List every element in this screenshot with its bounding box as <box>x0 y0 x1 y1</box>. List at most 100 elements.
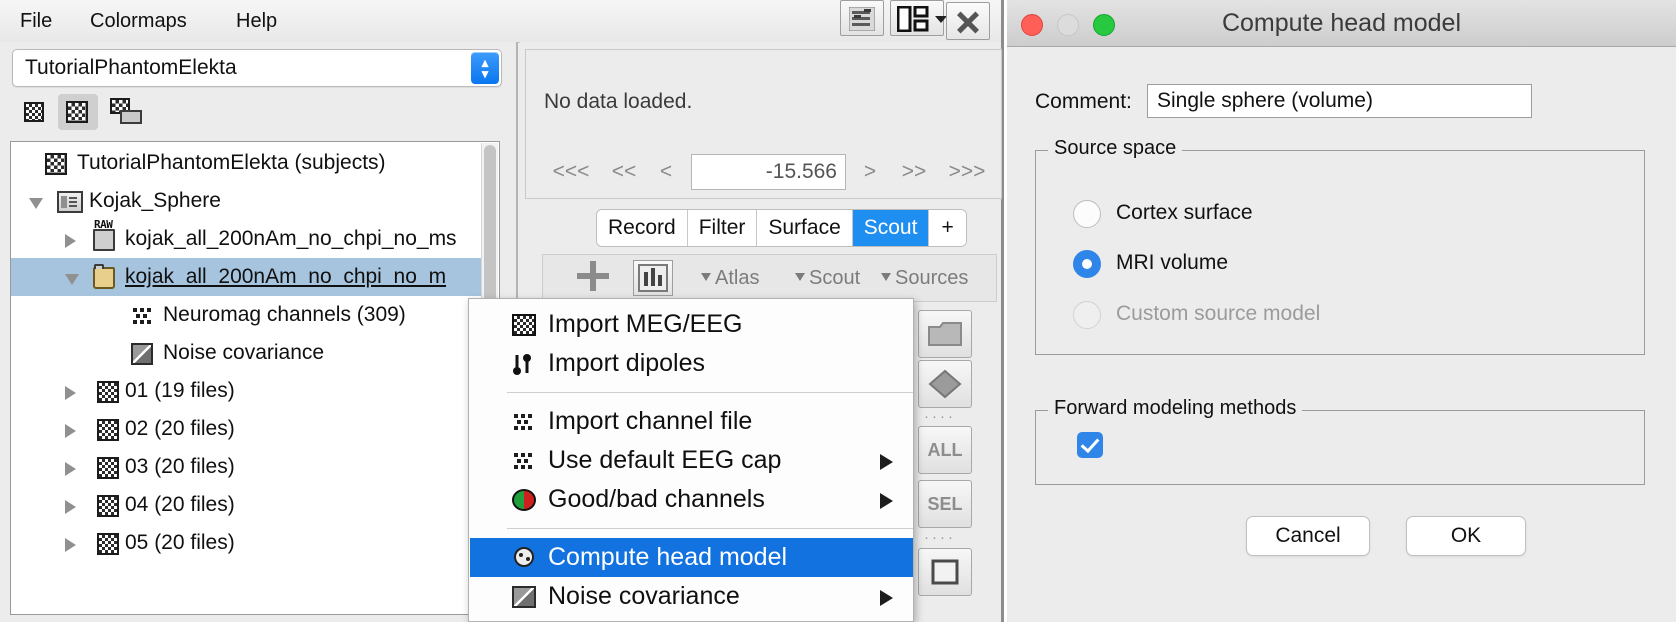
menu-item-use-default-eeg-cap[interactable]: Use default EEG cap <box>470 441 913 480</box>
close-figures-button[interactable] <box>946 2 990 40</box>
expand-arrow-right-icon[interactable] <box>65 424 76 438</box>
atlas-dropdown-icon[interactable] <box>701 273 711 281</box>
menu-item-noise-covariance[interactable]: Noise covariance <box>470 577 913 616</box>
radio-cortex-surface[interactable] <box>1073 200 1101 228</box>
expand-arrow-down-icon[interactable] <box>29 198 43 209</box>
tree-item[interactable]: TutorialPhantomElekta (subjects) <box>11 144 497 182</box>
nav-first-button[interactable]: <<< <box>544 150 598 194</box>
tree-item[interactable]: RAWkojak_all_200nAm_no_chpi_no_ms <box>11 220 497 258</box>
layout-list-button[interactable] <box>840 0 884 36</box>
radio-custom-source-model[interactable] <box>1073 301 1101 329</box>
tree-item-label: 01 (19 files) <box>125 372 235 410</box>
database-tree[interactable]: TutorialPhantomElekta (subjects)Kojak_Sp… <box>10 141 500 615</box>
head-model-icon <box>512 547 536 569</box>
channels-dots-icon <box>512 450 536 472</box>
channels-dots-icon <box>131 305 153 327</box>
label-cortex-surface: Cortex surface <box>1116 201 1253 225</box>
tree-item[interactable]: Neuromag channels (309) <box>11 296 497 334</box>
menu-item-good-bad-channels[interactable]: Good/bad channels <box>470 480 913 519</box>
label-mri-volume: MRI volume <box>1116 251 1228 275</box>
menu-item-compute-head-model[interactable]: Compute head model <box>470 538 913 577</box>
noise-covariance-icon <box>512 586 536 608</box>
tab--[interactable]: + <box>929 210 965 246</box>
expand-arrow-right-icon[interactable] <box>65 500 76 514</box>
tree-item[interactable]: 01 (19 files) <box>11 372 497 410</box>
cancel-button[interactable]: Cancel <box>1246 516 1370 556</box>
tree-item-label: 03 (20 files) <box>125 448 235 486</box>
nav-prev-page-button[interactable]: << <box>602 150 646 194</box>
view-functional-subjects-button[interactable] <box>58 94 98 130</box>
tree-item[interactable]: 03 (20 files) <box>11 448 497 486</box>
expand-arrow-down-icon[interactable] <box>65 274 79 285</box>
comment-input[interactable]: Single sphere (volume) <box>1147 84 1532 118</box>
comment-input-value: Single sphere (volume) <box>1157 85 1373 117</box>
view-anatomy-button[interactable] <box>14 94 54 130</box>
expand-arrow-right-icon[interactable] <box>65 234 76 248</box>
view-functional-conditions-button[interactable] <box>106 94 146 130</box>
menu-help[interactable]: Help <box>228 8 285 34</box>
stepper-down-icon: ▾ <box>471 67 499 80</box>
select-all-label: ALL <box>919 427 971 473</box>
menu-item-import-channel-file[interactable]: Import channel file <box>470 402 913 441</box>
ok-button-label: OK <box>1407 517 1525 555</box>
crosshair-plus-icon <box>576 260 610 292</box>
tree-item-label: 04 (20 files) <box>125 486 235 524</box>
scout-load-button[interactable] <box>918 310 972 358</box>
menu-file[interactable]: File <box>12 8 60 34</box>
time-value-input[interactable]: -15.566 <box>691 154 846 190</box>
tab-surface[interactable]: Surface <box>757 210 852 246</box>
nav-next-button[interactable]: > <box>854 150 886 194</box>
dialog-titlebar[interactable]: Compute head model <box>1007 0 1676 47</box>
nav-last-button[interactable]: >>> <box>940 150 994 194</box>
scout-display-button[interactable] <box>633 260 673 296</box>
sources-dropdown-icon[interactable] <box>881 273 891 281</box>
source-space-group: Source space Cortex surface MRI volume C… <box>1035 150 1645 355</box>
atlas-label[interactable]: Atlas <box>715 260 759 296</box>
tree-item[interactable]: 04 (20 files) <box>11 486 497 524</box>
menu-item-import-dipoles[interactable]: Import dipoles <box>470 344 913 383</box>
channels-dots-icon <box>512 411 536 433</box>
tab-filter[interactable]: Filter <box>688 210 758 246</box>
radio-mri-volume[interactable] <box>1073 250 1101 278</box>
expand-arrow-right-icon[interactable] <box>65 538 76 552</box>
menu-item-import-meg-eeg[interactable]: Import MEG/EEG <box>470 305 913 344</box>
select-sel-button[interactable]: SEL <box>918 480 972 528</box>
tree-item-label: TutorialPhantomElekta (subjects) <box>77 144 386 182</box>
tab-scout[interactable]: Scout <box>853 210 930 246</box>
submenu-arrow-icon <box>880 493 893 509</box>
tab-record[interactable]: Record <box>597 210 688 246</box>
select-all-button[interactable]: ALL <box>918 426 972 474</box>
data-stack-icon <box>97 457 119 479</box>
subject-selector[interactable]: TutorialPhantomElekta ▴ ▾ <box>12 49 502 87</box>
expand-arrow-right-icon[interactable] <box>65 462 76 476</box>
database-explorer-panel: TutorialPhantomElekta ▴ ▾ TutorialPhanto… <box>0 42 518 622</box>
tree-item[interactable]: 05 (20 files) <box>11 524 497 562</box>
scout-save-button[interactable] <box>918 360 972 408</box>
subject-selector-stepper[interactable]: ▴ ▾ <box>471 52 499 84</box>
menu-colormaps[interactable]: Colormaps <box>82 8 195 34</box>
ok-button[interactable]: OK <box>1406 516 1526 556</box>
expand-arrow-right-icon[interactable] <box>65 386 76 400</box>
condition-folder-icon <box>120 110 142 124</box>
tree-item[interactable]: Kojak_Sphere <box>11 182 497 220</box>
meg-checkbox[interactable] <box>1077 432 1103 458</box>
sources-label[interactable]: Sources <box>895 260 968 296</box>
anatomy-view-icon <box>24 102 44 122</box>
toolbar-separator-2: ···· <box>924 534 964 542</box>
menu-item-label: Import dipoles <box>548 344 705 383</box>
context-menu[interactable]: Import MEG/EEGImport dipoles Import chann… <box>468 298 914 622</box>
layout-grid-button[interactable] <box>890 0 944 36</box>
checker-icon <box>45 153 67 175</box>
save-scouts-icon <box>928 369 962 399</box>
tree-item[interactable]: kojak_all_200nAm_no_chpi_no_m <box>11 258 497 296</box>
tree-item[interactable]: Noise covariance <box>11 334 497 372</box>
tree-item[interactable]: 02 (20 files) <box>11 410 497 448</box>
scout-label[interactable]: Scout <box>809 260 860 296</box>
data-stack-icon <box>97 495 119 517</box>
new-scout-button[interactable] <box>576 260 616 296</box>
tree-item-label: Neuromag channels (309) <box>163 296 406 334</box>
nav-next-page-button[interactable]: >> <box>892 150 936 194</box>
region-square-button[interactable] <box>918 548 972 596</box>
scout-dropdown-icon[interactable] <box>795 273 805 281</box>
nav-prev-button[interactable]: < <box>650 150 682 194</box>
